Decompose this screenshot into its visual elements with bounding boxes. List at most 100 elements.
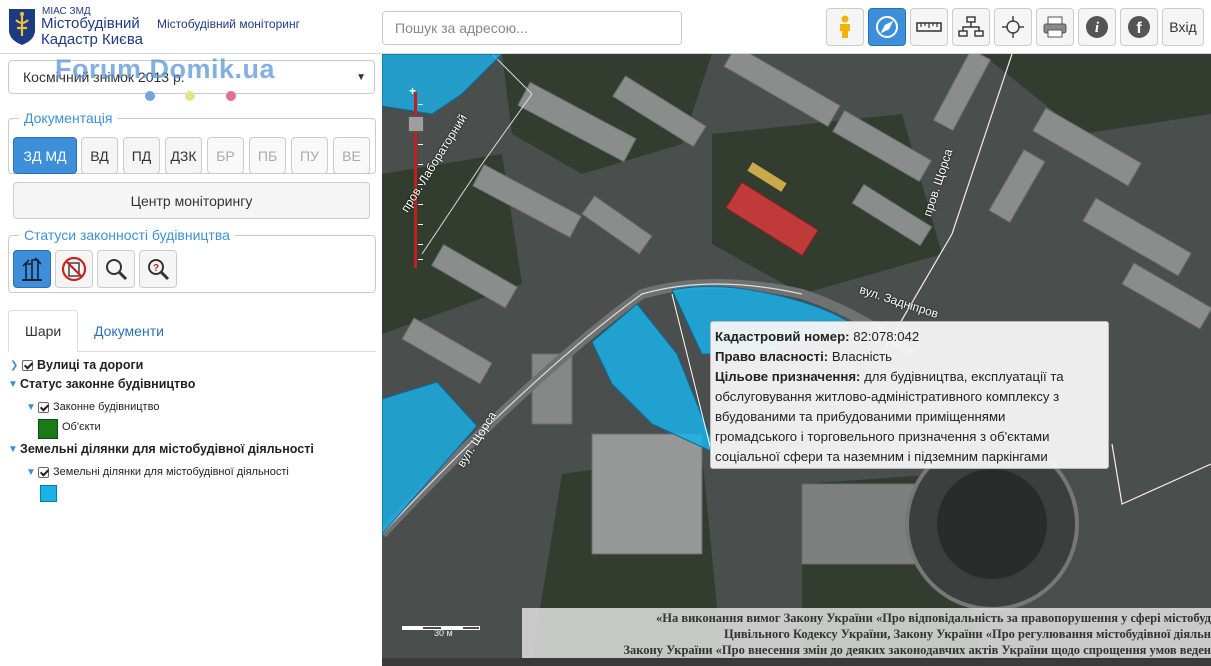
satellite-map[interactable]: + пров. Лабораторний пров. Щорса вул. За… [382,54,1211,658]
info-icon: i [1086,16,1108,38]
zoom-slider-handle[interactable] [408,116,424,132]
watermark-dot [145,91,155,101]
doc-button-zd-md[interactable]: ЗД МД [13,137,77,174]
imagery-year-select[interactable]: Космічний знімок 2013 р. ▼ [8,60,375,94]
objects-color-swatch [38,419,58,439]
layer-checkbox[interactable] [22,359,33,371]
sidebar-panel: Космічний знімок 2013 р. ▼ Forum.Domik.u… [0,54,382,666]
center-map-button[interactable] [994,8,1032,46]
doc-button-pu[interactable]: ПУ [291,137,328,174]
login-button[interactable]: Вхід [1162,8,1204,46]
info-button[interactable]: i [1078,8,1116,46]
cadastral-number-value: 82:078:042 [853,329,920,344]
purpose-label: Цільове призначення: [715,369,861,384]
watermark-dot [185,91,195,101]
layer-streets-row[interactable]: ❯ Вулиці та дороги [10,358,143,372]
tab-layers[interactable]: Шари [8,310,79,352]
legend-objects-label: Об'єкти [62,421,101,433]
doc-button-ve[interactable]: ВЕ [333,137,370,174]
construction-status-legend: Статуси законності будівництва [19,227,235,243]
facebook-button[interactable]: f [1120,8,1158,46]
layer-label: Законне будівництво [53,401,160,413]
status-legal-button[interactable] [13,250,51,288]
status-unknown-button[interactable]: ? [139,250,177,288]
layers-tree-button[interactable] [952,8,990,46]
doc-button-vd[interactable]: ВД [81,137,118,174]
measure-distance-button[interactable] [910,8,948,46]
address-search-input[interactable] [382,11,682,45]
magnifier-icon [106,259,128,281]
doc-button-pb[interactable]: ПБ [249,137,286,174]
status-inspection-button[interactable] [97,250,135,288]
land-plots-color-swatch [40,485,57,502]
legal-notice-line: «На виконання вимог Закону України «Про … [656,611,1211,625]
documentation-legend: Документація [19,110,118,126]
legal-notice-ticker: «На виконання вимог Закону України «Про … [522,608,1211,658]
layer-label: Вулиці та дороги [37,358,144,372]
scale-segment [402,626,422,630]
doc-button-pd[interactable]: ПД [123,137,160,174]
doc-button-br[interactable]: БР [207,137,244,174]
zoom-tick [418,259,423,260]
chevron-down-icon: ▼ [356,72,366,83]
window-bottom-edge [0,658,382,666]
brand-title-line1: Містобудівний [41,15,140,32]
documentation-group: Документація ЗД МД ВД ПД ДЗК БР ПБ ПУ ВЕ [8,110,376,174]
purpose-value-line: вбудованими та прибудованими приміщенням… [715,409,1006,424]
layer-land-plots-row[interactable]: ▼ Земельні ділянки для містобудівної дія… [26,466,289,478]
ruler-icon [916,22,942,32]
doc-button-dzk[interactable]: ДЗК [165,137,202,174]
layer-legal-construction-row[interactable]: ▼ Законне будівництво [26,401,159,413]
layer-checkbox[interactable] [38,401,49,413]
svg-text:f: f [1136,20,1142,37]
chevron-down-icon[interactable]: ▼ [26,467,38,478]
cadastral-number-label: Кадастровий номер: [715,329,850,344]
kyiv-coat-of-arms-logo[interactable] [6,6,38,46]
zoom-tick [418,244,423,245]
layer-label: Статус законне будівництво [20,377,196,391]
print-icon [1043,16,1067,38]
tab-documents[interactable]: Документи [78,310,180,352]
legal-notice-line: Цивільного Кодексу України, Закону Украї… [723,627,1211,641]
print-button[interactable] [1036,8,1074,46]
layer-land-plots-group-row[interactable]: ▼ Земельні ділянки для містобудівної дія… [8,442,314,456]
svg-text:?: ? [153,263,159,274]
street-view-button[interactable] [826,8,864,46]
purpose-value-line: соціальної сфери та наземним і підземним… [715,449,1048,464]
magnifier-question-icon: ? [148,259,170,281]
status-illegal-button[interactable] [55,250,93,288]
person-icon [840,15,850,38]
compass-icon [876,16,898,38]
chevron-down-icon[interactable]: ▼ [8,379,20,390]
construction-status-group: Статуси законності будівництва ? [8,227,376,293]
scale-segment [462,626,480,630]
watermark-dot [226,91,236,101]
brand-title-line2: Кадастр Києва [41,31,143,48]
zoom-tick [418,104,423,105]
ownership-value: Власність [831,349,893,364]
zoom-tick [418,144,423,145]
imagery-year-value: Космічний знімок 2013 р. [23,69,185,85]
brand-subtitle: Містобудівний моніторинг [157,17,300,31]
layer-label: Земельні ділянки для містобудівної діяль… [20,442,314,456]
chevron-down-icon[interactable]: ▼ [8,444,20,455]
legal-notice-line: Закону України «Про внесення змін до дея… [623,643,1211,657]
layer-label: Земельні ділянки для містобудівної діяль… [53,466,289,478]
navigation-button[interactable] [868,8,906,46]
crosshair-icon [1002,16,1024,38]
chevron-right-icon[interactable]: ❯ [10,360,22,371]
purpose-value-line: громадського і торговельного призначення… [715,429,1050,444]
map-scale-label: 30 м [434,628,453,638]
parcel-info-popup: Кадастровий номер: 82:078:042 Право влас… [710,321,1109,469]
monitoring-center-button[interactable]: Центр моніторингу [13,182,370,219]
purpose-value-line: обслуговування житлово-адміністративного… [715,389,1060,404]
app-header: МІАС ЗМД Містобудівний Кадастр Києва Міс… [0,0,1211,54]
chevron-down-icon[interactable]: ▼ [26,402,38,413]
layer-legal-status-row[interactable]: ▼ Статус законне будівництво [8,377,195,391]
zoom-tick [418,204,423,205]
legal-building-icon [22,257,42,281]
layer-checkbox[interactable] [38,466,49,478]
illegal-building-icon [61,256,87,282]
network-icon [958,16,984,37]
zoom-tick [418,224,423,225]
